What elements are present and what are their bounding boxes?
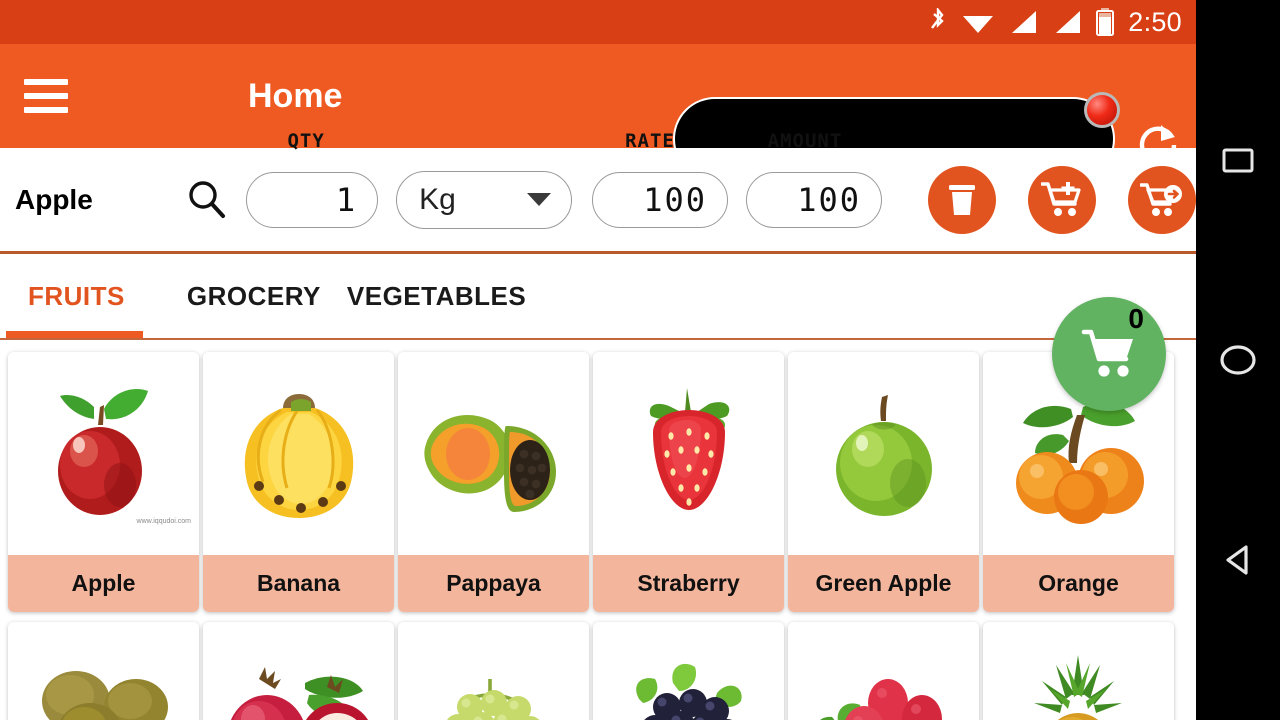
- app-screen: 2:50 Home Apple QTY 1 Kg RATE 100 AMOUNT…: [0, 0, 1280, 720]
- unit-select-value: Kg: [419, 182, 456, 216]
- product-card-kiwi[interactable]: [8, 622, 199, 720]
- product-card-green-apple[interactable]: Green Apple: [788, 352, 979, 612]
- product-label: Apple: [8, 555, 199, 612]
- tab-vegetables[interactable]: VEGETABLES: [347, 281, 526, 312]
- category-tabs: FRUITS GROCERY VEGETABLES: [0, 254, 1196, 340]
- product-card-green-grapes[interactable]: [398, 622, 589, 720]
- signal-icon-1: [1012, 11, 1037, 33]
- product-card-pineapple[interactable]: [983, 622, 1174, 720]
- tab-fruits[interactable]: FRUITS: [28, 281, 125, 312]
- battery-icon: [1096, 8, 1115, 36]
- recents-square-icon: [1222, 148, 1254, 173]
- amount-label: AMOUNT: [767, 129, 843, 152]
- cart-arrow-icon: [1140, 182, 1182, 216]
- wifi-icon: [963, 16, 994, 33]
- qty-input[interactable]: 1: [246, 171, 379, 228]
- strawberry-image: [593, 352, 784, 555]
- red-led-indicator: [1084, 92, 1120, 128]
- pineapple-image: [983, 622, 1174, 720]
- green-apple-image: [788, 352, 979, 555]
- cart-badge-count: 0: [1128, 303, 1144, 334]
- cart-plus-icon: [1041, 181, 1081, 216]
- search-icon[interactable]: [180, 178, 234, 222]
- trash-icon: [949, 184, 975, 215]
- green-grapes-image: [398, 622, 589, 720]
- rate-label: RATE: [625, 129, 675, 152]
- image-watermark: www.iqqudoi.com: [136, 518, 191, 525]
- back-button[interactable]: [1196, 518, 1280, 602]
- entry-row: Apple QTY 1 Kg RATE 100 AMOUNT 100: [0, 130, 1196, 254]
- checkout-button[interactable]: [1128, 165, 1196, 234]
- add-to-cart-button[interactable]: [1028, 165, 1096, 234]
- hamburger-menu-icon[interactable]: [24, 79, 68, 113]
- status-bar: 2:50: [0, 0, 1196, 44]
- product-label: Orange: [983, 555, 1174, 612]
- status-icons: [928, 8, 1115, 36]
- papaya-image: [398, 352, 589, 555]
- rate-input[interactable]: 100: [592, 171, 728, 228]
- product-label: Green Apple: [788, 555, 979, 612]
- signal-icon-2: [1056, 11, 1081, 33]
- phone-viewport: 2:50 Home Apple QTY 1 Kg RATE 100 AMOUNT…: [0, 0, 1196, 720]
- product-card-straberry[interactable]: Straberry: [593, 352, 784, 612]
- product-card-banana[interactable]: Banana: [203, 352, 394, 612]
- pomegranate-image: [203, 622, 394, 720]
- product-card-black-grapes[interactable]: [593, 622, 784, 720]
- selected-item-name: Apple: [15, 183, 93, 215]
- status-clock: 2:50: [1128, 6, 1182, 37]
- home-circle-icon: [1220, 345, 1256, 375]
- unit-select[interactable]: Kg: [396, 170, 572, 229]
- system-nav-bar: [1196, 0, 1280, 720]
- page-title: Home: [248, 76, 343, 115]
- kiwi-image: [8, 622, 199, 720]
- recents-button[interactable]: [1196, 118, 1280, 202]
- bluetooth-icon: [931, 8, 945, 29]
- rate-group: RATE 100: [572, 130, 728, 228]
- product-label: Banana: [203, 555, 394, 612]
- lychee-image: [788, 622, 979, 720]
- back-triangle-icon: [1226, 545, 1248, 575]
- tab-grocery[interactable]: GROCERY: [187, 281, 321, 312]
- chevron-down-icon: [527, 193, 551, 206]
- banana-bunch-image: [203, 352, 394, 555]
- product-label: Pappaya: [398, 555, 589, 612]
- product-label: Straberry: [593, 555, 784, 612]
- active-tab-indicator: [6, 331, 143, 338]
- black-grapes-image: [593, 622, 784, 720]
- product-card-apple[interactable]: www.iqqudoi.com Apple: [8, 352, 199, 612]
- amount-group: AMOUNT 100: [728, 130, 882, 228]
- red-apple-image: www.iqqudoi.com: [8, 352, 199, 555]
- floating-cart-button[interactable]: 0: [1052, 297, 1166, 411]
- amount-input[interactable]: 100: [746, 171, 882, 228]
- qty-group: QTY 1: [234, 130, 379, 228]
- product-card-pappaya[interactable]: Pappaya: [398, 352, 589, 612]
- product-grid: www.iqqudoi.com Apple Banana Pappaya Str…: [0, 340, 1196, 720]
- product-card-pomegranate[interactable]: [203, 622, 394, 720]
- delete-button[interactable]: [928, 165, 996, 234]
- home-button[interactable]: [1196, 318, 1280, 402]
- product-card-lychee[interactable]: [788, 622, 979, 720]
- qty-label: QTY: [287, 129, 325, 152]
